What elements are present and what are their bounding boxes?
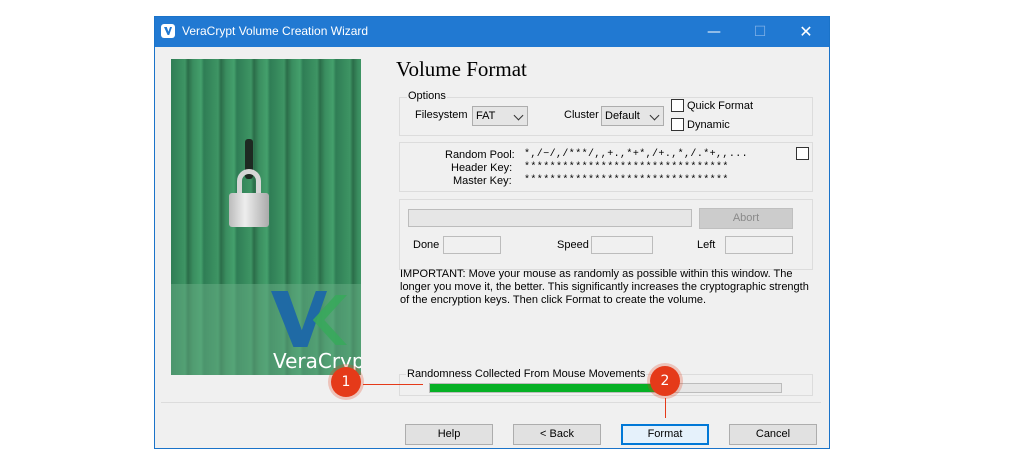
- options-legend: Options: [407, 90, 447, 102]
- master-key-value: ********************************: [524, 175, 729, 186]
- chevron-down-icon: [649, 110, 660, 121]
- randomness-progress-bar: [429, 383, 782, 393]
- master-key-label: Master Key:: [453, 175, 512, 187]
- done-field: [443, 236, 501, 254]
- filesystem-select[interactable]: FAT: [472, 106, 528, 126]
- dynamic-label[interactable]: Dynamic: [687, 119, 730, 131]
- close-button[interactable]: ✕: [783, 17, 829, 47]
- header-key-value: ********************************: [524, 162, 729, 173]
- abort-button[interactable]: Abort: [699, 208, 793, 229]
- page-title: Volume Format: [396, 57, 527, 81]
- random-pool-label: Random Pool:: [445, 149, 515, 161]
- help-button[interactable]: Help: [405, 424, 493, 445]
- button-row-separator: [161, 402, 821, 403]
- cluster-label: Cluster: [564, 109, 599, 121]
- cancel-button[interactable]: Cancel: [729, 424, 817, 445]
- callout-1-badge: 1: [331, 367, 361, 397]
- callout-1-arrow: [363, 384, 423, 385]
- chevron-down-icon: [513, 110, 524, 121]
- cluster-value: Default: [605, 110, 640, 122]
- randomness-legend: Randomness Collected From Mouse Movement…: [406, 368, 647, 380]
- back-button[interactable]: < Back: [513, 424, 601, 445]
- speed-field: [591, 236, 653, 254]
- veracrypt-logo-icon: [271, 291, 347, 349]
- show-keys-checkbox[interactable]: [796, 147, 809, 160]
- maximize-button: ☐: [753, 24, 767, 40]
- speed-label: Speed: [557, 239, 589, 251]
- wizard-window: VeraCrypt Volume Creation Wizard — ☐ ✕ V…: [154, 16, 830, 449]
- left-field: [725, 236, 793, 254]
- dynamic-checkbox[interactable]: [671, 118, 684, 131]
- callout-2-badge: 2: [650, 366, 680, 396]
- random-pool-value: *,/−/,/***/,,+.,*+*,/+.,*,/.*+,,...: [524, 149, 749, 160]
- veracrypt-app-icon: [161, 24, 175, 38]
- done-label: Done: [413, 239, 440, 251]
- callout-2-arrow: [665, 398, 666, 418]
- format-button[interactable]: Format: [621, 424, 709, 445]
- quick-format-label[interactable]: Quick Format: [687, 100, 753, 112]
- minimize-button[interactable]: —: [691, 17, 737, 47]
- format-progress-bar: [408, 209, 692, 227]
- header-key-label: Header Key:: [451, 162, 513, 174]
- filesystem-label: Filesystem: [415, 109, 468, 121]
- cluster-select[interactable]: Default: [601, 106, 664, 126]
- wizard-banner-image: VeraCrypt: [171, 59, 361, 375]
- important-notice: IMPORTANT: Move your mouse as randomly a…: [400, 268, 809, 306]
- filesystem-value: FAT: [476, 110, 496, 122]
- quick-format-checkbox[interactable]: [671, 99, 684, 112]
- randomness-progress-fill: [430, 384, 662, 392]
- left-label: Left: [697, 239, 716, 251]
- window-title: VeraCrypt Volume Creation Wizard: [182, 24, 369, 38]
- title-bar[interactable]: VeraCrypt Volume Creation Wizard — ☐ ✕: [155, 17, 829, 47]
- padlock-icon: [229, 169, 269, 227]
